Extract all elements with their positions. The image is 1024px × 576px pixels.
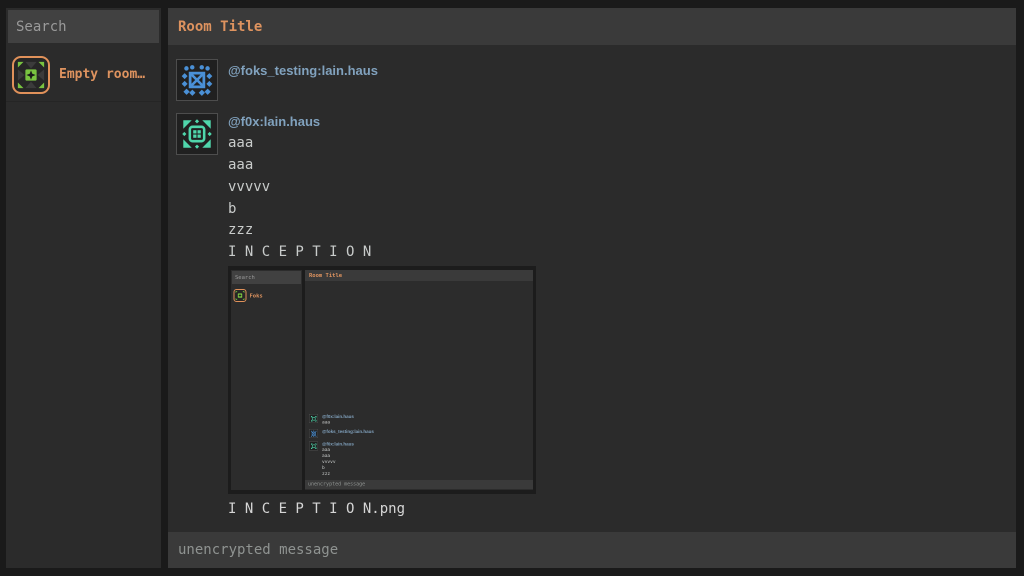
message-sender: @foks_testing:lain.haus: [228, 63, 378, 78]
embedded-room-list-item: Foks: [231, 286, 302, 305]
embedded-message-sender: @foks_testing:lain.haus: [322, 429, 374, 435]
embedded-screenshot: Search: [228, 266, 536, 494]
room-header: Room Title: [168, 8, 1016, 45]
app-window: Empty room… Room Title: [0, 0, 1024, 576]
embedded-message-list: @f0x:lain.haus aaa: [309, 411, 531, 478]
embedded-sidebar: Search: [231, 270, 302, 490]
message-sender: @f0x:lain.haus: [228, 114, 320, 129]
chat-panel: Room Title @foks_testing:lain.haus: [168, 8, 1016, 568]
room-list-item[interactable]: Empty room…: [6, 48, 161, 102]
sidebar: Empty room…: [6, 8, 161, 568]
room-name: Empty room…: [59, 67, 145, 82]
search-input[interactable]: [8, 10, 159, 43]
user-avatar-icon: [176, 113, 218, 155]
message-text: vvvvv: [228, 179, 270, 201]
embedded-search-input: Search: [232, 271, 301, 284]
message-text: b: [228, 201, 236, 223]
embedded-message: @foks_testing:lain.haus: [309, 429, 531, 438]
embedded-room-title: Room Title: [305, 270, 533, 281]
embedded-message-input: unencrypted message: [305, 480, 533, 489]
image-attachment[interactable]: Search: [228, 266, 536, 494]
message-text: zzz: [228, 222, 253, 244]
message-text: I N C E P T I O N: [228, 244, 371, 266]
embedded-message: @f0x:lain.haus aaa aaa vvvvv b zzz: [309, 442, 531, 478]
room-avatar-icon: [12, 56, 50, 94]
embedded-room-name: Foks: [250, 292, 263, 299]
embedded-chat-panel: Room Title @f0x:lain.hau: [305, 270, 533, 490]
embedded-user-avatar-icon: [309, 429, 318, 438]
attachment-filename: I N C E P T I O N.png: [228, 501, 405, 517]
embedded-message-text: zzz: [322, 471, 354, 477]
message-input[interactable]: [168, 532, 1016, 568]
room-title: Room Title: [178, 19, 262, 35]
embedded-room-avatar-icon: [234, 289, 247, 302]
message-text: aaa: [228, 135, 253, 157]
embedded-message-text: aaa: [322, 420, 354, 426]
message-text: aaa: [228, 157, 253, 179]
embedded-user-avatar-icon: [309, 414, 318, 423]
embedded-user-avatar-icon: [309, 442, 318, 451]
user-avatar-icon: [176, 59, 218, 101]
embedded-message: @f0x:lain.haus aaa: [309, 414, 531, 426]
